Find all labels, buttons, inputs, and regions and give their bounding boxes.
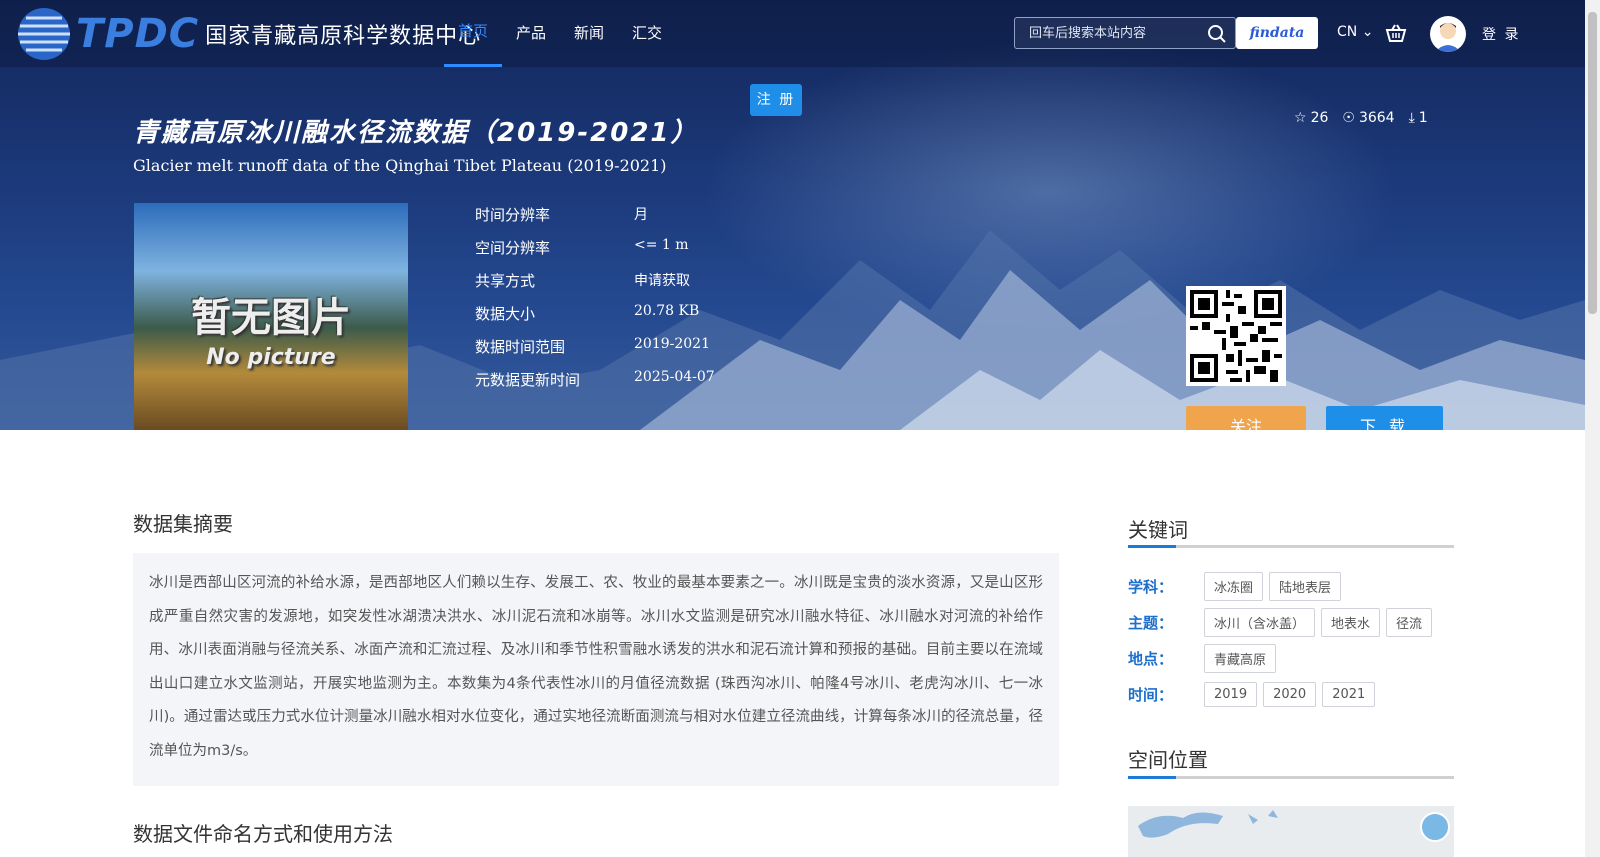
keyword-group-discipline: 学科： 冰冻圈 陆地表层 — [1128, 572, 1458, 601]
keywords-divider — [1128, 545, 1454, 548]
keyword-group-time: 时间： 2019 2020 2021 — [1128, 680, 1458, 709]
spatial-location-title: 空间位置 — [1128, 748, 1208, 772]
search-input[interactable] — [1029, 18, 1199, 48]
star-icon: ☆ — [1294, 110, 1307, 126]
meta-row: 数据时间范围 2019-2021 — [475, 336, 715, 369]
meta-value: 申请获取 — [634, 273, 690, 289]
downloads-count: ⤓ 1 — [1409, 110, 1428, 126]
site-logo[interactable]: TPDC 国家青藏高原科学数据中心 — [14, 4, 481, 64]
meta-row: 空间分辨率 <= 1 m — [475, 237, 715, 270]
qr-code — [1186, 286, 1286, 386]
download-button[interactable]: 下 载 — [1326, 406, 1443, 430]
meta-row: 数据大小 20.78 KB — [475, 303, 715, 336]
globe-logo-icon — [18, 8, 70, 60]
findata-button[interactable]: findata — [1236, 17, 1318, 49]
abstract-title: 数据集摘要 — [133, 512, 233, 536]
meta-value: 月 — [634, 207, 648, 223]
chevron-down-icon: ⌄ — [1361, 24, 1374, 40]
meta-row: 元数据更新时间 2025-04-07 — [475, 369, 715, 402]
views-value: 3664 — [1358, 110, 1395, 126]
keyword-label: 时间： — [1128, 686, 1174, 704]
map-water-features — [1138, 810, 1278, 838]
keywords-panel: 学科： 冰冻圈 陆地表层 主题： 冰川（含冰盖） 地表水 径流 地点： 青藏高原… — [1128, 572, 1458, 716]
language-selector[interactable]: CN ⌄ — [1337, 24, 1373, 40]
no-picture-text-en: No picture — [206, 345, 336, 370]
keyword-label: 地点： — [1128, 650, 1174, 668]
nav-submit[interactable]: 汇交 — [618, 0, 676, 67]
no-picture-text: 暂无图片 — [191, 295, 351, 341]
findata-logo-text: findata — [1249, 25, 1305, 41]
meta-key: 空间分辨率 — [475, 239, 551, 257]
downloads-value: 1 — [1418, 110, 1428, 126]
keyword-tag[interactable]: 陆地表层 — [1269, 572, 1342, 601]
keyword-tag[interactable]: 2020 — [1263, 682, 1317, 707]
dataset-thumbnail: 暂无图片 No picture — [134, 203, 408, 430]
keyword-label: 学科： — [1128, 578, 1174, 596]
favorites-count: ☆ 26 — [1294, 110, 1328, 126]
site-name: 国家青藏高原科学数据中心 — [205, 24, 482, 49]
dataset-hero-banner: TPDC 国家青藏高原科学数据中心 首页 产品 新闻 汇交 findata CN… — [0, 0, 1585, 430]
scrollbar-thumb[interactable] — [1588, 12, 1597, 314]
meta-row: 时间分辨率 月 — [475, 204, 715, 237]
keyword-label: 主题： — [1128, 614, 1174, 632]
meta-value: <= 1 m — [634, 237, 689, 253]
dataset-metadata: 时间分辨率 月 空间分辨率 <= 1 m 共享方式 申请获取 数据大小 20.78 KB… — [475, 204, 715, 402]
logo-text: TPDC — [76, 11, 200, 57]
meta-row: 共享方式 申请获取 — [475, 270, 715, 303]
meta-value: 20.78 KB — [634, 303, 700, 319]
login-link[interactable]: 登 录 — [1482, 24, 1520, 44]
meta-key: 数据大小 — [475, 305, 536, 323]
naming-section-title: 数据文件命名方式和使用方法 — [133, 822, 393, 846]
nav-news[interactable]: 新闻 — [560, 0, 618, 67]
meta-key: 数据时间范围 — [475, 338, 566, 356]
download-icon: ⤓ — [1408, 110, 1415, 126]
keyword-tag[interactable]: 地表水 — [1321, 608, 1381, 637]
dataset-title-en: Glacier melt runoff data of the Qinghai … — [133, 156, 667, 175]
nav-home[interactable]: 首页 — [444, 0, 503, 67]
follow-button[interactable]: 关注 — [1186, 406, 1306, 430]
keyword-tag[interactable]: 2019 — [1204, 682, 1258, 707]
user-avatar-icon — [1435, 23, 1461, 52]
keyword-group-theme: 主题： 冰川（含冰盖） 地表水 径流 — [1128, 608, 1458, 637]
nav-products[interactable]: 产品 — [502, 0, 560, 67]
meta-value: 2025-04-07 — [634, 369, 715, 385]
views-count: ☉ 3664 — [1342, 110, 1394, 126]
search-icon[interactable] — [1207, 24, 1227, 44]
abstract-text: 冰川是西部山区河流的补给水源，是西部地区人们赖以生存、发展工、农、牧业的最基本要… — [133, 553, 1059, 786]
top-navigation-bar: TPDC 国家青藏高原科学数据中心 首页 产品 新闻 汇交 findata CN… — [0, 0, 1585, 67]
spatial-divider — [1128, 776, 1454, 779]
meta-value: 2019-2021 — [634, 336, 710, 352]
keyword-group-place: 地点： 青藏高原 — [1128, 644, 1458, 673]
meta-key: 共享方式 — [475, 272, 536, 290]
register-button[interactable]: 注 册 — [750, 84, 802, 116]
meta-key: 元数据更新时间 — [475, 371, 581, 389]
keyword-tag[interactable]: 冰川（含冰盖） — [1204, 608, 1316, 637]
keyword-tag[interactable]: 2021 — [1322, 682, 1376, 707]
keyword-tag[interactable]: 冰冻圈 — [1204, 572, 1264, 601]
keywords-title: 关键词 — [1128, 518, 1188, 542]
dataset-title: 青藏高原冰川融水径流数据（2019-2021） — [133, 118, 699, 148]
avatar[interactable] — [1430, 16, 1466, 52]
main-menu: 首页 产品 新闻 汇交 — [444, 0, 676, 67]
expand-map-icon[interactable] — [1420, 812, 1450, 842]
meta-key: 时间分辨率 — [475, 206, 551, 224]
keyword-tag[interactable]: 青藏高原 — [1204, 644, 1277, 673]
search-box — [1014, 17, 1236, 49]
keyword-tag[interactable]: 径流 — [1386, 608, 1433, 637]
basket-icon[interactable] — [1385, 23, 1407, 43]
favorites-value: 26 — [1310, 110, 1329, 126]
spatial-map[interactable] — [1128, 806, 1454, 857]
dataset-stats: ☆ 26 ☉ 3664 ⤓ 1 — [1294, 110, 1428, 126]
eye-icon: ☉ — [1342, 110, 1355, 126]
language-label: CN — [1337, 24, 1358, 40]
page-scrollbar[interactable] — [1585, 0, 1600, 857]
